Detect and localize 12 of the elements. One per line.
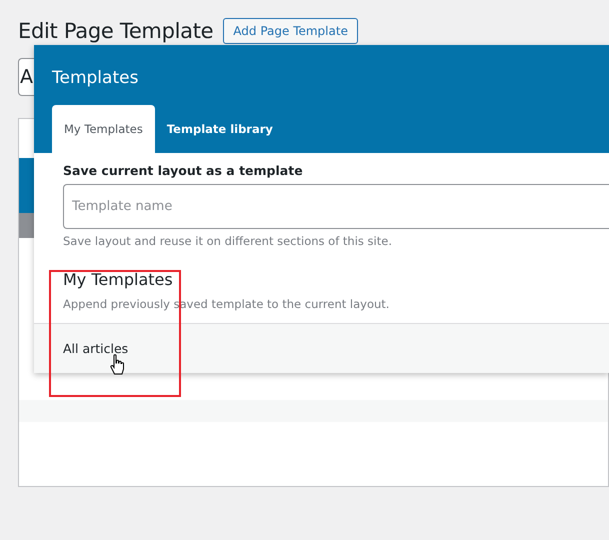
section-heading: Save current layout as a template: [63, 163, 304, 178]
help-text: Save layout and reuse it on different sections of this site.: [63, 234, 393, 248]
hand-cursor-icon: [110, 354, 126, 376]
template-name-field[interactable]: Template name: [63, 184, 609, 229]
add-page-template-button[interactable]: Add Page Template: [223, 18, 358, 44]
tab[interactable]: My Templates: [52, 105, 155, 153]
modal-title: Templates: [52, 68, 140, 88]
section-heading: My Templates: [63, 270, 174, 289]
template-item[interactable]: All articles: [34, 324, 609, 373]
title-field[interactable]: A: [18, 58, 34, 96]
tab[interactable]: Template library: [154, 105, 285, 153]
page-title: Edit Page Template: [18, 19, 214, 43]
